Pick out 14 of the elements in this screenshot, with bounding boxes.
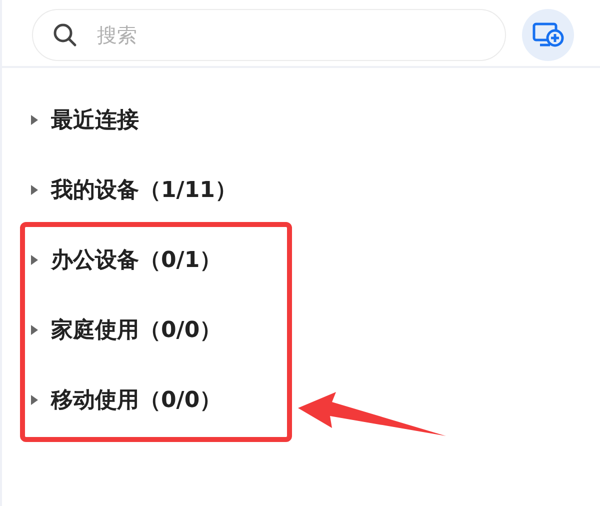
group-label[interactable]: 最近连接 [51, 105, 139, 135]
expand-arrow-icon[interactable] [30, 184, 39, 196]
expand-arrow-icon[interactable] [30, 324, 39, 336]
expand-arrow-icon[interactable] [30, 394, 39, 406]
search-field[interactable]: 搜索 [32, 9, 506, 61]
group-label[interactable]: 家庭使用（0/0） [51, 315, 222, 345]
monitor-plus-icon [532, 21, 564, 49]
group-label[interactable]: 移动使用（0/0） [51, 385, 222, 415]
search-icon [52, 22, 78, 48]
expand-arrow-icon[interactable] [30, 114, 39, 126]
group-label[interactable]: 我的设备（1/11） [51, 175, 237, 205]
add-device-button[interactable] [522, 9, 574, 61]
group-label[interactable]: 办公设备（0/1） [51, 245, 222, 275]
expand-arrow-icon[interactable] [30, 254, 39, 266]
